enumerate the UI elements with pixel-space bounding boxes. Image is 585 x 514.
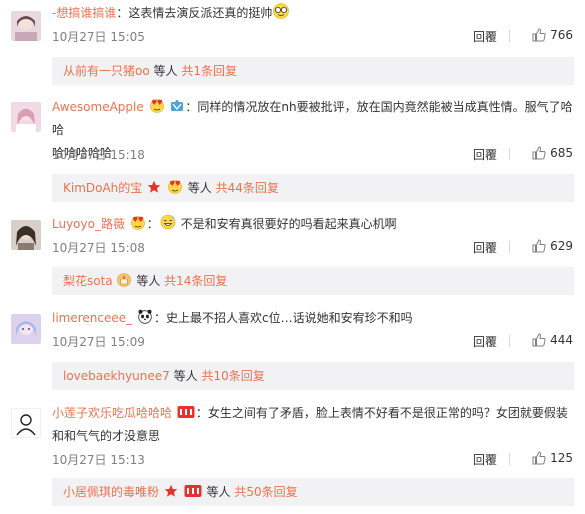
comment-meta: 10月27日 15:13 回覆 125 (52, 451, 573, 467)
reply-button[interactable]: 回覆 (473, 239, 497, 256)
like-count: 766 (550, 28, 573, 42)
like-button[interactable]: 444 (532, 333, 573, 347)
fan-badge-icon (184, 484, 202, 498)
username-link[interactable]: -想搞谁搞谁 (52, 6, 116, 20)
star-badge-icon (164, 484, 178, 498)
sub-reply-user[interactable]: lovebaekhyunee7 (63, 369, 170, 383)
divider (509, 453, 510, 465)
comment-text: 不是和安宥真很要好的吗看起来真心机啊 (180, 217, 397, 231)
comment-meta: 10月27日 15:09 回覆 444 (52, 333, 573, 349)
sub-reply-user[interactable]: 梨花sota (63, 274, 113, 288)
divider (509, 148, 510, 160)
sub-reply-box: 梨花sota 等人 共14条回复 (52, 267, 574, 295)
reply-button[interactable]: 回覆 (473, 451, 497, 468)
divider (509, 335, 510, 347)
thumbs-up-icon (532, 451, 546, 465)
comment-text: 史上最不招人喜欢c位…话说她和安宥珍不和吗 (166, 311, 413, 325)
username-link[interactable]: AwesomeApple (52, 100, 144, 114)
comment-meta: 10月27日 15:18 回覆 685 (52, 146, 573, 162)
vip-badge-icon (170, 99, 184, 113)
love-badge-icon (167, 178, 183, 194)
comment-body: Luyoyo_路薇 ： 不是和安宥真很要好的吗看起来真心机啊 (52, 213, 574, 236)
timestamp: 10月27日 15:05 (52, 30, 145, 44)
like-count: 125 (550, 451, 573, 465)
divider (509, 241, 510, 253)
like-button[interactable]: 766 (532, 28, 573, 42)
thumbs-up-icon (532, 146, 546, 160)
thumbs-up-icon (532, 28, 546, 42)
avatar[interactable] (11, 220, 41, 250)
love-badge-icon (130, 214, 146, 230)
more-replies-link[interactable]: 共1条回复 (181, 64, 237, 78)
timestamp: 10月27日 15:09 (52, 335, 145, 349)
sub-reply-user[interactable]: KimDoAh的宝 (63, 181, 142, 195)
reply-button[interactable]: 回覆 (473, 333, 497, 350)
comment-body: -想搞谁搞谁：这表情去演反派还真的挺帅 (52, 2, 574, 25)
panda-badge-icon (137, 308, 153, 324)
thumbs-up-icon (532, 333, 546, 347)
fan-badge-icon (177, 405, 195, 419)
sub-reply-box: lovebaekhyunee7 等人 共10条回复 (52, 362, 574, 390)
avatar[interactable] (11, 11, 41, 41)
username-link[interactable]: Luyoyo_路薇 (52, 217, 125, 231)
sub-reply-user[interactable]: 从前有一只猪oo (63, 64, 150, 78)
like-count: 685 (550, 146, 573, 160)
like-button[interactable]: 125 (532, 451, 573, 465)
star-badge-icon (147, 180, 161, 194)
comment-body: 小莲子欢乐吃瓜哈哈哈 ：女生之间有了矛盾，脸上表情不好看不是很正常的吗？女团就要… (52, 405, 568, 443)
thumbs-up-icon (532, 239, 546, 253)
reply-button[interactable]: 回覆 (473, 28, 497, 45)
sub-reply-box: KimDoAh的宝 等人 共44条回复 (52, 174, 574, 202)
timestamp: 10月27日 15:18 (52, 148, 145, 162)
sub-reply-box: 从前有一只猪oo 等人 共1条回复 (52, 57, 574, 85)
avatar[interactable] (11, 408, 41, 438)
reply-button[interactable]: 回覆 (473, 146, 497, 163)
divider (509, 30, 510, 42)
cake-badge-icon (117, 273, 132, 287)
comment-text: 女生之间有了矛盾，脸上表情不好看不是很正常的吗？女团就要假装 (207, 406, 568, 420)
cool-emoji-icon (273, 3, 290, 19)
more-replies-link[interactable]: 共44条回复 (216, 181, 279, 195)
comment-text: 这表情去演反派还真的挺帅 (128, 6, 273, 20)
comment-meta: 10月27日 15:08 回覆 629 (52, 239, 573, 255)
comment-body: limerenceee_ ：史上最不招人喜欢c位…话说她和安宥珍不和吗 (52, 307, 574, 330)
avatar[interactable] (11, 102, 41, 132)
comment-text-continued: 和和气气的才没意思 (52, 429, 161, 443)
like-count: 629 (550, 239, 573, 253)
like-button[interactable]: 629 (532, 239, 573, 253)
sub-reply-user[interactable]: 小居佩琪的毒唯粉 (63, 485, 159, 499)
love-badge-icon (149, 97, 165, 113)
timestamp: 10月27日 15:08 (52, 241, 145, 255)
timestamp: 10月27日 15:13 (52, 453, 145, 467)
like-count: 444 (550, 333, 573, 347)
sub-reply-box: 小居佩琪的毒唯粉 等人 共50条回复 (52, 478, 574, 506)
like-button[interactable]: 685 (532, 146, 573, 160)
sweat-smile-emoji-icon (160, 214, 176, 230)
username-link[interactable]: limerenceee_ (52, 311, 132, 325)
avatar[interactable] (11, 314, 41, 344)
username-link[interactable]: 小莲子欢乐吃瓜哈哈哈 (52, 406, 172, 420)
comment-meta: 10月27日 15:05 回覆 766 (52, 28, 573, 44)
more-replies-link[interactable]: 共10条回复 (201, 369, 264, 383)
more-replies-link[interactable]: 共14条回复 (164, 274, 227, 288)
more-replies-link[interactable]: 共50条回复 (234, 485, 297, 499)
